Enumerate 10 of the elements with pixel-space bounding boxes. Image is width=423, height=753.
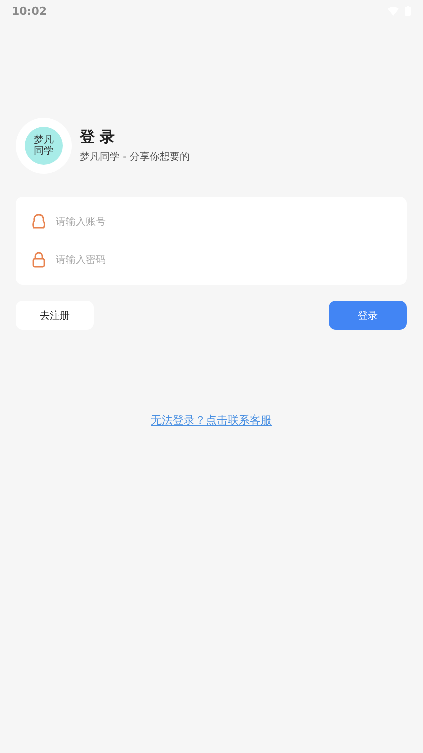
account-field[interactable]: 请输入账号 <box>56 216 391 228</box>
login-title: 登 录 <box>80 128 116 147</box>
contact-support-link[interactable]: 无法登录？点击联系客服 <box>151 414 272 427</box>
login-button[interactable]: 登录 <box>329 301 407 330</box>
status-time: 10:02 <box>12 4 48 18</box>
register-button[interactable]: 去注册 <box>16 301 94 330</box>
app-logo: 梦凡同学 <box>16 118 72 174</box>
app-slogan: 梦凡同学 - 分享你想要的 <box>80 150 190 164</box>
lock-icon <box>32 252 46 268</box>
user-icon <box>32 214 46 230</box>
